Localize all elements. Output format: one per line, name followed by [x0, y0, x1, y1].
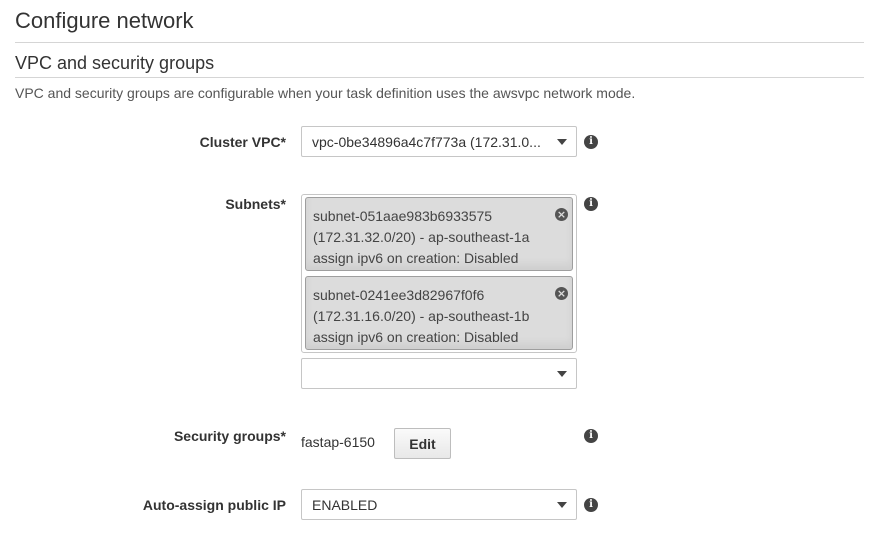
- subnet-ipv6: assign ipv6 on creation: Disabled: [313, 250, 519, 266]
- security-groups-label: Security groups*: [173, 428, 286, 444]
- subnet-chip: subnet-0241ee3d82967f0f6 (172.31.16.0/20…: [305, 276, 573, 350]
- subnet-chip: subnet-051aae983b6933575 (172.31.32.0/20…: [305, 197, 573, 271]
- chevron-down-icon: [557, 371, 567, 377]
- cluster-vpc-select[interactable]: vpc-0be34896a4c7f773a (172.31.0...: [301, 126, 577, 157]
- subnet-cidr-az: (172.31.16.0/20) - ap-southeast-1b: [313, 308, 530, 324]
- subnets-multiselect[interactable]: subnet-051aae983b6933575 (172.31.32.0/20…: [301, 194, 577, 353]
- subnet-id: subnet-051aae983b6933575: [313, 208, 493, 224]
- chevron-down-icon: [557, 139, 567, 145]
- section-title: VPC and security groups: [15, 53, 215, 73]
- subnet-ipv6: assign ipv6 on creation: Disabled: [313, 329, 519, 345]
- subnets-label: Subnets*: [225, 196, 286, 212]
- subnet-cidr-az: (172.31.32.0/20) - ap-southeast-1a: [313, 229, 530, 245]
- title-divider: [15, 42, 864, 43]
- info-icon[interactable]: i: [584, 135, 598, 149]
- info-icon[interactable]: i: [584, 197, 598, 211]
- subnets-add-select[interactable]: [301, 358, 577, 389]
- security-group-value: fastap-6150: [301, 434, 375, 450]
- info-icon[interactable]: i: [584, 498, 598, 512]
- cluster-vpc-label: Cluster VPC*: [199, 134, 286, 150]
- section-divider: [15, 77, 864, 78]
- close-circle-icon[interactable]: ×: [555, 287, 568, 300]
- subnet-id: subnet-0241ee3d82967f0f6: [313, 287, 485, 303]
- page-title: Configure network: [15, 8, 194, 33]
- auto-assign-ip-select[interactable]: ENABLED: [301, 489, 577, 520]
- chevron-down-icon: [557, 502, 567, 508]
- cluster-vpc-value: vpc-0be34896a4c7f773a (172.31.0...: [312, 134, 541, 150]
- close-circle-icon[interactable]: ×: [555, 208, 568, 221]
- section-description: VPC and security groups are configurable…: [15, 85, 636, 101]
- auto-assign-ip-value: ENABLED: [312, 497, 378, 513]
- auto-assign-ip-label: Auto-assign public IP: [142, 497, 286, 513]
- info-icon[interactable]: i: [584, 429, 598, 443]
- edit-security-groups-button[interactable]: Edit: [394, 428, 451, 459]
